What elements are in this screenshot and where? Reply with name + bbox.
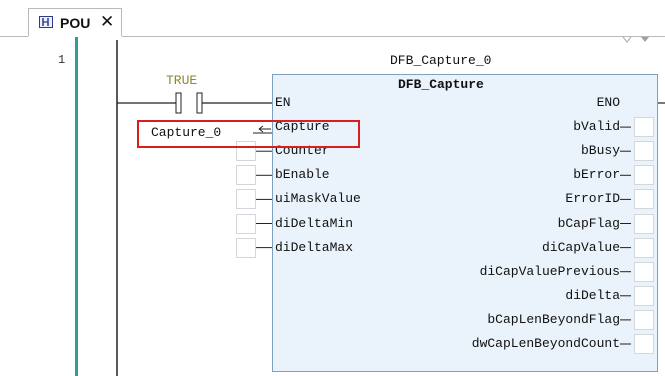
output-value-placeholder[interactable] — [634, 189, 654, 210]
fb-output-didelta[interactable]: diDelta — [565, 288, 620, 303]
output-value-placeholder[interactable] — [634, 285, 654, 306]
fb-output-bcaplenbeyondflag[interactable]: bCapLenBeyondFlag — [487, 312, 620, 327]
fb-output-bcapflag[interactable]: bCapFlag — [558, 216, 620, 231]
fb-input-dideltamin[interactable]: diDeltaMin — [275, 216, 353, 231]
fb-output-dwcaplenbeyondcount[interactable]: dwCapLenBeyondCount — [472, 336, 620, 351]
fb-output-dicapvalueprevious[interactable]: diCapValuePrevious — [480, 264, 620, 279]
fb-output-bvalid[interactable]: bValid — [573, 119, 620, 134]
output-value-placeholder[interactable] — [634, 334, 654, 354]
fb-input-uimaskvalue[interactable]: uiMaskValue — [275, 191, 361, 206]
output-value-placeholder[interactable] — [634, 165, 654, 186]
fb-input-dideltamax[interactable]: diDeltaMax — [275, 240, 353, 255]
input-value-placeholder[interactable] — [236, 189, 256, 210]
output-value-placeholder[interactable] — [634, 117, 654, 138]
fb-output-errorid[interactable]: ErrorID — [565, 191, 620, 206]
fb-output-eno[interactable]: ENO — [597, 95, 620, 110]
output-value-placeholder[interactable] — [634, 213, 654, 234]
input-value-placeholder[interactable] — [236, 237, 256, 258]
fb-output-bbusy[interactable]: bBusy — [581, 143, 620, 158]
highlight-box — [137, 120, 360, 148]
input-value-placeholder[interactable] — [236, 165, 256, 186]
fb-input-benable[interactable]: bEnable — [275, 167, 330, 182]
output-value-placeholder[interactable] — [634, 261, 654, 282]
input-value-placeholder[interactable] — [236, 213, 256, 234]
fb-output-dicapvalue[interactable]: diCapValue — [542, 240, 620, 255]
output-value-placeholder[interactable] — [634, 141, 654, 162]
output-value-placeholder[interactable] — [634, 237, 654, 258]
output-value-placeholder[interactable] — [634, 309, 654, 330]
fb-output-berror[interactable]: bError — [573, 167, 620, 182]
fb-input-en[interactable]: EN — [275, 95, 291, 110]
